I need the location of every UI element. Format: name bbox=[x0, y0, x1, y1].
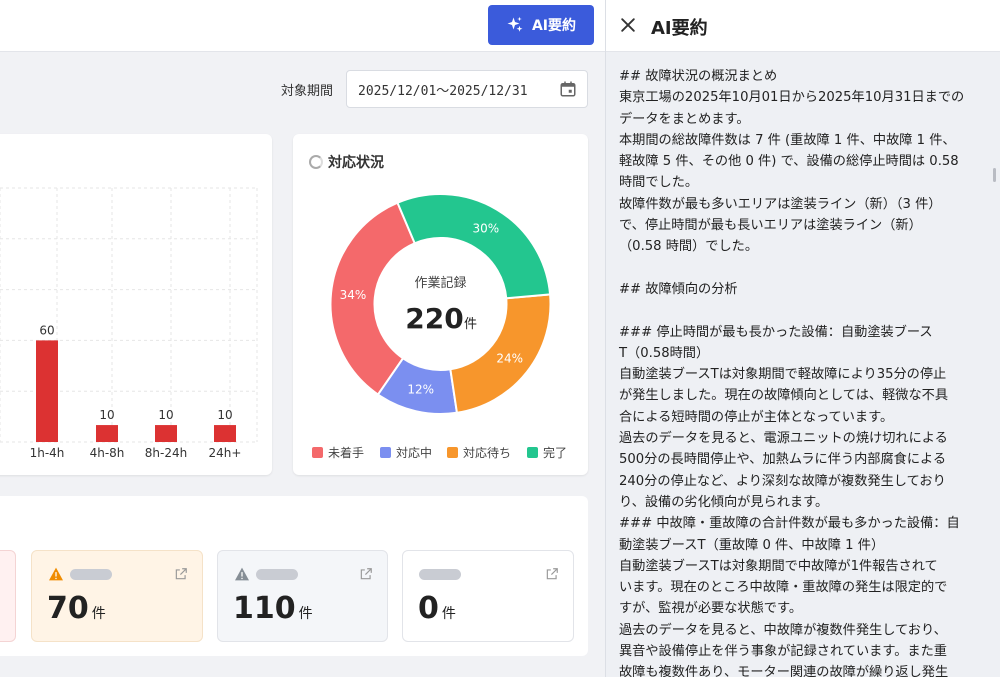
bar[interactable] bbox=[155, 425, 177, 442]
legend-item-in-progress[interactable]: 対応中 bbox=[380, 444, 432, 461]
sparkle-icon bbox=[507, 16, 523, 32]
ai-panel-header: AI要約 bbox=[606, 0, 1000, 52]
slice-percent-label: 24% bbox=[496, 351, 523, 365]
summary-line: ### 中故障・重故障の合計件数が最も多かった設備：自 bbox=[619, 516, 960, 532]
bar[interactable] bbox=[36, 340, 58, 442]
legend-label: 完了 bbox=[543, 446, 568, 460]
ai-panel-title: AI要約 bbox=[651, 18, 708, 39]
stat-card-medium-fault[interactable]: 70 件 bbox=[31, 550, 203, 642]
donut-center-label: 作業記録 bbox=[414, 275, 466, 291]
summary-line: 東京工場の2025年10月01日から2025年10月31日までの bbox=[619, 90, 965, 106]
stat-card-partial[interactable] bbox=[0, 550, 16, 642]
slice-percent-label: 30% bbox=[472, 222, 499, 236]
stat-value: 70 件 bbox=[47, 591, 106, 626]
summary-line: 自動塗装ブースTは対象期間で軽故障により35分の停止 bbox=[619, 367, 947, 383]
donut-center-value: 220 bbox=[405, 302, 463, 335]
summary-line: ## 故障状況の概況まとめ bbox=[619, 69, 778, 84]
stat-card-other-fault[interactable]: 0件 bbox=[402, 550, 574, 642]
summary-line: 故障件数が最も多いエリアは塗装ライン（新）（3 件） bbox=[619, 196, 942, 212]
bar-value-label: 10 bbox=[99, 408, 114, 422]
legend-item-completed[interactable]: 完了 bbox=[527, 444, 567, 461]
stop-time-bar-chart-card: h601h-4h104h-8h108h-24h1024h+ bbox=[0, 134, 272, 475]
period-input[interactable]: 2025/12/01〜2025/12/31 bbox=[346, 70, 588, 108]
response-status-donut-chart: 34% 12% 24% 30% 作業記録 220 件 bbox=[329, 193, 552, 415]
summary-line: います。現在のところ中故障・重故障の発生は限定的で bbox=[619, 580, 948, 596]
summary-line: 自動塗装ブースTは対象期間で中故障が1件報告されて bbox=[619, 558, 938, 574]
scrollbar-thumb[interactable] bbox=[993, 168, 996, 182]
summary-line: データをまとめます。 bbox=[619, 111, 750, 127]
x-tick-label: 24h+ bbox=[209, 446, 242, 460]
summary-line bbox=[619, 258, 997, 279]
label-placeholder bbox=[419, 569, 461, 580]
summary-line: 故障も複数件あり、モーター関連の故障が繰り返し発生 bbox=[619, 665, 949, 677]
summary-line: 過去のデータを見ると、中故障が複数件発生しており、 bbox=[619, 622, 947, 638]
legend-swatch bbox=[312, 447, 323, 458]
summary-line: 動塗装ブースT（重故障 0 件、中故障 1 件） bbox=[619, 537, 885, 553]
summary-line: 240分の停止など、より深刻な故障が複数発生しており bbox=[619, 473, 946, 489]
stat-value: 0件 bbox=[418, 591, 456, 626]
stop-time-bar-chart: h601h-4h104h-8h108h-24h1024h+ bbox=[0, 187, 258, 460]
bar-value-label: 10 bbox=[217, 408, 232, 422]
legend-label: 未着手 bbox=[328, 446, 365, 460]
stat-value: 110 件 bbox=[233, 591, 313, 626]
summary-line: で、停止時間が最も長いエリアは塗装ライン（新） bbox=[619, 218, 922, 234]
label-placeholder bbox=[70, 569, 112, 580]
bar[interactable] bbox=[96, 425, 118, 442]
legend-swatch bbox=[447, 447, 458, 458]
external-link-icon[interactable] bbox=[359, 567, 373, 581]
summary-line: 異音や設備停止を伴う事象が記録されています。また重 bbox=[619, 644, 947, 660]
external-link-icon[interactable] bbox=[174, 567, 188, 581]
response-status-card: 対応状況 34% 12% 24% 30% 作業記録 220 件 未着手 対応中 対応待ち 完… bbox=[293, 134, 588, 475]
summary-line: 合による短時間の停止が主体となっています。 bbox=[619, 409, 894, 425]
summary-line: ### 停止時間が最も長かった設備：自動塗装ブース bbox=[619, 324, 933, 340]
label-placeholder bbox=[256, 569, 298, 580]
summary-line: ## 故障傾向の分析 bbox=[619, 281, 738, 297]
ai-summary-button-label: AI要約 bbox=[531, 18, 577, 34]
legend-swatch bbox=[380, 447, 391, 458]
stat-card-minor-fault[interactable]: 110 件 bbox=[217, 550, 388, 642]
slice-percent-label: 34% bbox=[340, 288, 367, 302]
ai-summary-text: ## 故障状況の概況まとめ東京工場の2025年10月01日から2025年10月3… bbox=[619, 66, 997, 677]
summary-line: T（0.58時間） bbox=[619, 345, 710, 361]
calendar-icon[interactable] bbox=[559, 80, 577, 98]
summary-line: 過去のデータを見ると、電源ユニットの焼け切れによる bbox=[619, 431, 948, 447]
legend-item-waiting[interactable]: 対応待ち bbox=[447, 444, 511, 461]
external-link-icon[interactable] bbox=[545, 567, 559, 581]
warning-icon bbox=[49, 567, 63, 581]
period-label: 対象期間 bbox=[281, 84, 334, 99]
summary-line: 時間でした。 bbox=[619, 175, 699, 191]
legend-item-not-started[interactable]: 未着手 bbox=[312, 444, 364, 461]
summary-line: り、設備の劣化傾向が見られます。 bbox=[619, 494, 829, 510]
summary-line: すが、監視が必要な状態です。 bbox=[619, 601, 803, 617]
summary-line: 500分の長時間停止や、加熱ムラに伴う内部腐食による bbox=[619, 452, 947, 468]
ai-summary-button[interactable]: AI要約 bbox=[488, 5, 594, 45]
close-icon[interactable] bbox=[618, 15, 638, 35]
bar[interactable] bbox=[214, 425, 236, 442]
warning-icon bbox=[235, 567, 249, 581]
bar-value-label: 10 bbox=[158, 408, 173, 422]
summary-line: が発生しました。現在の故障傾向としては、軽微な不具 bbox=[619, 388, 949, 404]
ai-summary-panel: AI要約 ## 故障状況の概況まとめ東京工場の2025年10月01日から2025… bbox=[605, 0, 1000, 677]
legend-label: 対応待ち bbox=[463, 446, 512, 460]
x-tick-label: 1h-4h bbox=[30, 446, 65, 460]
slice-percent-label: 12% bbox=[407, 383, 434, 397]
x-tick-label: 4h-8h bbox=[90, 446, 125, 460]
bar-value-label: 60 bbox=[39, 323, 54, 337]
donut-center-unit: 件 bbox=[464, 317, 477, 332]
legend-label: 対応中 bbox=[396, 446, 433, 460]
legend-swatch bbox=[527, 447, 538, 458]
summary-line: 本期間の総故障件数は 7 件 (重故障 1 件、中故障 1 件、 bbox=[619, 132, 956, 148]
summary-line: 軽故障 5 件、その他 0 件) で、設備の総停止時間は 0.58 bbox=[619, 154, 959, 170]
summary-line bbox=[619, 300, 997, 321]
top-bar: AI要約 bbox=[0, 0, 605, 52]
x-tick-label: 8h-24h bbox=[145, 446, 187, 460]
summary-line: （0.58 時間）でした。 bbox=[619, 239, 759, 255]
period-value: 2025/12/01〜2025/12/31 bbox=[358, 83, 528, 99]
fault-stats-panel: 70 件 110 件 0件 bbox=[0, 496, 588, 656]
